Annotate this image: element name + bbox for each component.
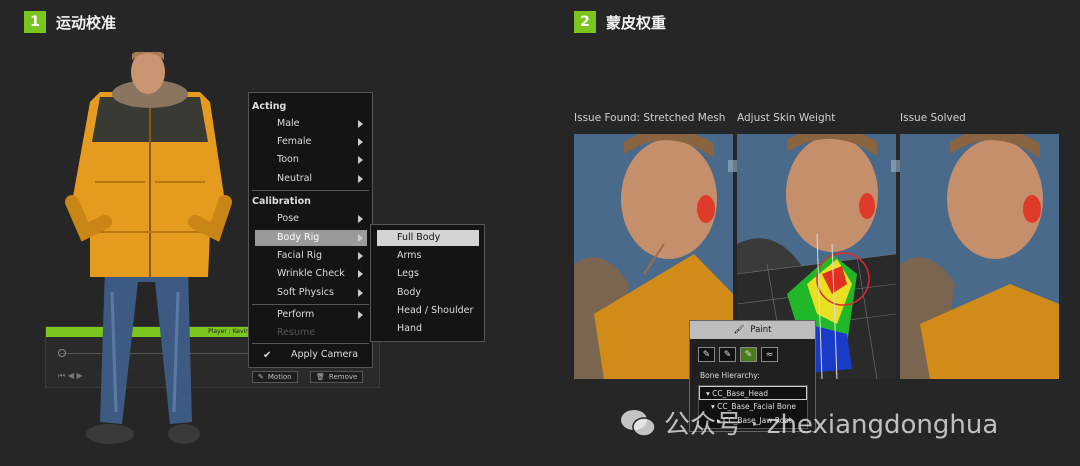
menu-item-toon[interactable]: Toon	[255, 152, 367, 168]
watermark-text: 公众号 · zhexiangdonghua	[664, 410, 999, 440]
submenu-item-legs[interactable]: Legs	[377, 266, 479, 282]
menu-item-label: Facial Rig	[277, 250, 323, 261]
menu-item-label: Toon	[277, 154, 299, 165]
menu-separator	[252, 304, 369, 305]
menu-item-male[interactable]: Male	[255, 116, 367, 132]
panel-label-issue-solved: Issue Solved	[900, 112, 966, 124]
section-1-header: 1 运动校准	[24, 11, 116, 33]
menu-item-label: Wrinkle Check	[277, 268, 345, 279]
paint-header-label: Paint	[750, 325, 772, 335]
panel-label-issue-found: Issue Found: Stretched Mesh	[574, 112, 726, 124]
menu-item-label: Soft Physics	[277, 287, 334, 298]
menu-item-label: Female	[277, 136, 312, 147]
watermark: 公众号 · zhexiangdonghua	[620, 404, 998, 441]
menu-separator	[252, 343, 369, 344]
menu-item-label: Male	[277, 118, 300, 129]
body-rig-submenu: Full Body Arms Legs Body Head / Shoulder…	[370, 224, 485, 342]
section-2-header: 2 蒙皮权重	[574, 11, 666, 33]
chevron-right-icon	[358, 252, 363, 260]
brush-subtract-tool-icon[interactable]: ✎	[740, 347, 757, 362]
section-2-number: 2	[574, 11, 596, 33]
menu-item-apply-camera[interactable]: ✔ Apply Camera	[255, 347, 367, 363]
brush-tool-icon[interactable]: ✎	[698, 347, 715, 362]
menu-item-label: Pose	[277, 213, 299, 224]
menu-header-acting: Acting	[252, 101, 287, 112]
paint-header: 🖌 Paint	[690, 321, 815, 339]
chevron-right-icon	[358, 156, 363, 164]
menu-item-perform[interactable]: Perform	[255, 307, 367, 323]
menu-item-pose[interactable]: Pose	[255, 211, 367, 227]
submenu-item-head-shoulder[interactable]: Head / Shoulder	[377, 303, 479, 319]
brush-icon: 🖌	[733, 325, 745, 335]
context-menu: Acting Male Female Toon Neutral Calibrat…	[248, 92, 373, 368]
chevron-right-icon	[358, 138, 363, 146]
menu-item-label: Body Rig	[277, 232, 320, 243]
menu-item-label: Neutral	[277, 173, 313, 184]
menu-item-resume: Resume	[255, 325, 367, 341]
motion-button[interactable]: ✎ Motion	[252, 371, 298, 383]
menu-item-body-rig[interactable]: Body Rig	[255, 230, 367, 246]
bone-item-head[interactable]: ▾ CC_Base_Head	[699, 386, 807, 400]
remove-button[interactable]: 🗑 Remove	[310, 371, 364, 383]
menu-item-label: Perform	[277, 309, 315, 320]
submenu-item-arms[interactable]: Arms	[377, 248, 479, 264]
chevron-right-icon	[358, 175, 363, 183]
character-figure	[65, 52, 232, 444]
section-2-title: 蒙皮权重	[606, 13, 667, 32]
menu-item-label: Apply Camera	[291, 349, 359, 360]
menu-item-soft-physics[interactable]: Soft Physics	[255, 285, 367, 301]
motion-button-label: Motion	[267, 373, 292, 381]
remove-button-label: Remove	[328, 373, 358, 381]
submenu-item-full-body[interactable]: Full Body	[377, 230, 479, 246]
brush-add-tool-icon[interactable]: ✎	[719, 347, 736, 362]
chevron-right-icon	[358, 289, 363, 297]
menu-header-calibration: Calibration	[252, 196, 311, 207]
section-1-title: 运动校准	[56, 13, 117, 32]
bone-item-label: CC_Base_Head	[712, 389, 769, 398]
paint-toolbar: ✎ ✎ ✎ ≈	[698, 347, 778, 362]
chevron-right-icon	[358, 270, 363, 278]
submenu-item-hand[interactable]: Hand	[377, 321, 479, 337]
chevron-right-icon	[358, 120, 363, 128]
checkmark-icon: ✔	[263, 350, 272, 361]
menu-item-label: Resume	[277, 327, 316, 338]
brush-icon: ✎	[258, 373, 264, 381]
chevron-right-icon	[358, 215, 363, 223]
trash-icon: 🗑	[316, 373, 325, 381]
panel-label-adjust-skin-weight: Adjust Skin Weight	[737, 112, 836, 124]
menu-item-female[interactable]: Female	[255, 134, 367, 150]
section-1-number: 1	[24, 11, 46, 33]
submenu-item-body[interactable]: Body	[377, 285, 479, 301]
wechat-logo-icon	[621, 409, 656, 437]
menu-item-wrinkle-check[interactable]: Wrinkle Check	[255, 266, 367, 282]
bone-hierarchy-label: Bone Hierarchy:	[700, 371, 760, 380]
menu-separator	[252, 190, 369, 191]
face-image-solved	[900, 134, 1059, 379]
smooth-tool-icon[interactable]: ≈	[761, 347, 778, 362]
chevron-right-icon	[358, 234, 363, 242]
menu-item-facial-rig[interactable]: Facial Rig	[255, 248, 367, 264]
menu-item-neutral[interactable]: Neutral	[255, 171, 367, 187]
chevron-right-icon	[358, 311, 363, 319]
